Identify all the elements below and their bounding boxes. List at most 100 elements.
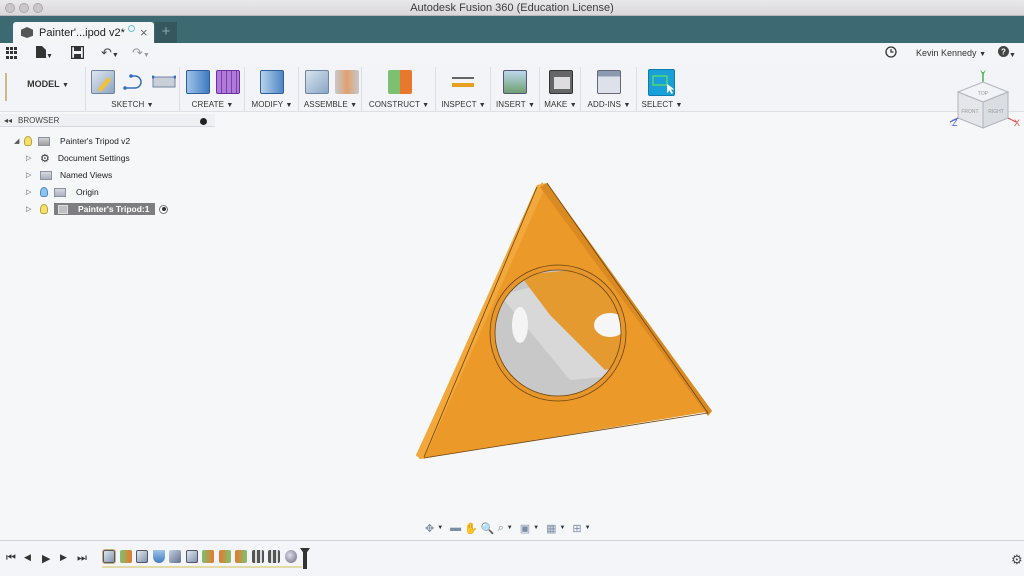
go-to-end-button[interactable]: ⏭ xyxy=(77,552,87,565)
insert-image-icon[interactable] xyxy=(503,70,527,94)
modify-group-label[interactable]: MODIFY ▼ xyxy=(246,100,298,109)
offset-plane-icon[interactable] xyxy=(388,70,412,94)
orbit-icon[interactable]: ✥ xyxy=(425,522,434,535)
timeline-feature-sphere[interactable] xyxy=(284,550,297,563)
svg-text:?: ? xyxy=(1001,48,1006,57)
close-tab-icon[interactable]: × xyxy=(140,25,148,40)
go-to-start-button[interactable]: ⏮ xyxy=(6,552,16,565)
timeline-feature-sketch[interactable] xyxy=(185,550,198,563)
save-button[interactable] xyxy=(70,45,85,62)
create-group-label[interactable]: CREATE ▼ xyxy=(181,100,244,109)
toolbar-ribbon: MODEL ▼ SKETCH ▼ CREATE ▼ MODIFY ▼ ASSEM… xyxy=(0,63,1024,112)
settings-gear-icon[interactable]: ⚙ xyxy=(1011,552,1023,568)
viewports-icon[interactable]: ⊞ xyxy=(572,522,581,535)
insert-group-label[interactable]: INSERT ▼ xyxy=(492,100,539,109)
timeline-feature-sketch[interactable] xyxy=(102,549,116,564)
new-component-icon[interactable] xyxy=(305,70,329,94)
redo-button[interactable]: ↷▼ xyxy=(132,46,150,63)
inspect-group: INSPECT ▼ xyxy=(437,67,491,111)
file-menu-button[interactable]: ▼ xyxy=(36,46,53,64)
timeline-feature-box[interactable] xyxy=(169,550,181,563)
spline-icon[interactable] xyxy=(122,70,146,94)
play-button[interactable]: ▶ xyxy=(42,552,50,565)
zoom-window-icon[interactable]: ⌕ xyxy=(498,522,504,535)
timeline-feature-fillet[interactable] xyxy=(152,550,165,563)
folder-icon xyxy=(54,187,66,197)
expand-arrow-icon[interactable]: ▷ xyxy=(26,154,36,162)
help-icon: ? xyxy=(998,46,1009,57)
visibility-bulb-icon[interactable] xyxy=(24,136,32,146)
timeline-feature-pattern[interactable] xyxy=(268,550,280,563)
inspect-group-label[interactable]: INSPECT ▼ xyxy=(437,100,490,109)
undo-icon: ↶ xyxy=(101,45,112,60)
step-back-button[interactable]: ◀ xyxy=(24,552,31,563)
browser-item-component[interactable]: ▷ Painter's Tripod:1 xyxy=(26,202,169,216)
activate-component-radio[interactable] xyxy=(159,204,169,214)
timeline-feature-pattern[interactable] xyxy=(251,550,264,563)
construct-group: CONSTRUCT ▼ xyxy=(363,67,436,111)
new-tab-button[interactable]: + xyxy=(155,22,177,43)
user-menu[interactable]: Kevin Kennedy ▼ xyxy=(916,48,986,58)
grid-icon[interactable] xyxy=(6,47,18,59)
timeline-feature-combine[interactable] xyxy=(235,550,247,563)
save-icon xyxy=(70,45,85,60)
timeline-feature-extrude[interactable] xyxy=(202,550,214,563)
undo-button[interactable]: ↶▼ xyxy=(101,46,119,63)
select-icon[interactable] xyxy=(648,69,675,96)
job-status-button[interactable] xyxy=(885,46,897,61)
timeline-feature-combine[interactable] xyxy=(218,550,231,563)
expand-arrow-icon[interactable]: ▷ xyxy=(26,188,36,196)
browser-item-root[interactable]: ◢ Painter's Tripod v2 xyxy=(14,134,130,148)
visibility-bulb-icon[interactable] xyxy=(40,187,48,197)
add-ins-group-label[interactable]: ADD-INS ▼ xyxy=(582,100,636,109)
look-at-icon[interactable]: ▬ xyxy=(450,522,461,534)
view-cube[interactable]: Y TOP FRONT RIGHT Z X xyxy=(946,68,1020,140)
collapse-arrow-icon[interactable]: ◢ xyxy=(14,137,24,145)
joint-icon[interactable] xyxy=(335,70,359,94)
select-group-label[interactable]: SELECT ▼ xyxy=(638,100,686,109)
clock-icon xyxy=(885,46,897,58)
timeline-feature-extrude[interactable] xyxy=(119,550,132,563)
measure-icon[interactable] xyxy=(451,70,475,94)
expand-arrow-icon[interactable]: ▷ xyxy=(26,171,36,179)
3d-print-icon[interactable] xyxy=(549,70,573,94)
sketch-group-label[interactable]: SKETCH ▼ xyxy=(86,100,179,109)
construct-group-label[interactable]: CONSTRUCT ▼ xyxy=(363,100,435,109)
document-tab[interactable]: Painter'...ipod v2* × xyxy=(13,22,154,43)
stop-sketch-icon[interactable] xyxy=(151,70,177,94)
create-form-icon[interactable] xyxy=(216,70,240,94)
browser-item-label: Named Views xyxy=(60,170,113,180)
component-icon xyxy=(58,204,68,214)
browser-item-named-views[interactable]: ▷ Named Views xyxy=(26,168,112,182)
pin-browser-icon[interactable] xyxy=(200,118,207,125)
x-axis-label: X xyxy=(1014,118,1020,128)
browser-item-document-settings[interactable]: ▷ ⚙ Document Settings xyxy=(26,151,130,165)
scripts-icon[interactable] xyxy=(597,70,621,94)
assemble-group-label[interactable]: ASSEMBLE ▼ xyxy=(300,100,361,109)
pan-icon[interactable]: ✋ xyxy=(464,522,478,535)
visibility-bulb-icon[interactable] xyxy=(40,204,48,214)
zoom-icon[interactable]: 🔍 xyxy=(481,522,495,535)
step-forward-button[interactable]: ▶ xyxy=(60,552,67,563)
timeline-feature-sketch[interactable] xyxy=(136,550,148,563)
create-sketch-icon[interactable] xyxy=(91,70,115,94)
svg-text:TOP: TOP xyxy=(978,91,989,97)
folder-icon xyxy=(40,170,52,180)
gear-icon: ⚙ xyxy=(40,152,50,165)
make-group-label[interactable]: MAKE ▼ xyxy=(541,100,580,109)
display-settings-icon[interactable]: ▣ xyxy=(520,522,530,535)
extrude-icon[interactable] xyxy=(186,70,210,94)
timeline: ⏮ ◀ ▶ ▶ ⏭ ⚙ xyxy=(0,540,1024,576)
browser-item-origin[interactable]: ▷ Origin xyxy=(26,185,99,199)
press-pull-icon[interactable] xyxy=(260,70,284,94)
timeline-marker[interactable] xyxy=(300,548,310,569)
selected-component[interactable]: Painter's Tripod:1 xyxy=(54,203,156,215)
grid-settings-icon[interactable]: ▦ xyxy=(546,522,556,535)
expand-arrow-icon[interactable]: ▷ xyxy=(26,205,36,213)
svg-text:RIGHT: RIGHT xyxy=(988,109,1004,115)
workspace-switcher[interactable]: MODEL ▼ xyxy=(13,79,83,89)
model-viewport[interactable] xyxy=(410,175,720,465)
collapse-browser-icon[interactable]: ◂◂ xyxy=(4,116,12,125)
help-button[interactable]: ? ▼ xyxy=(998,46,1016,63)
toolbar-grip[interactable] xyxy=(5,73,7,101)
